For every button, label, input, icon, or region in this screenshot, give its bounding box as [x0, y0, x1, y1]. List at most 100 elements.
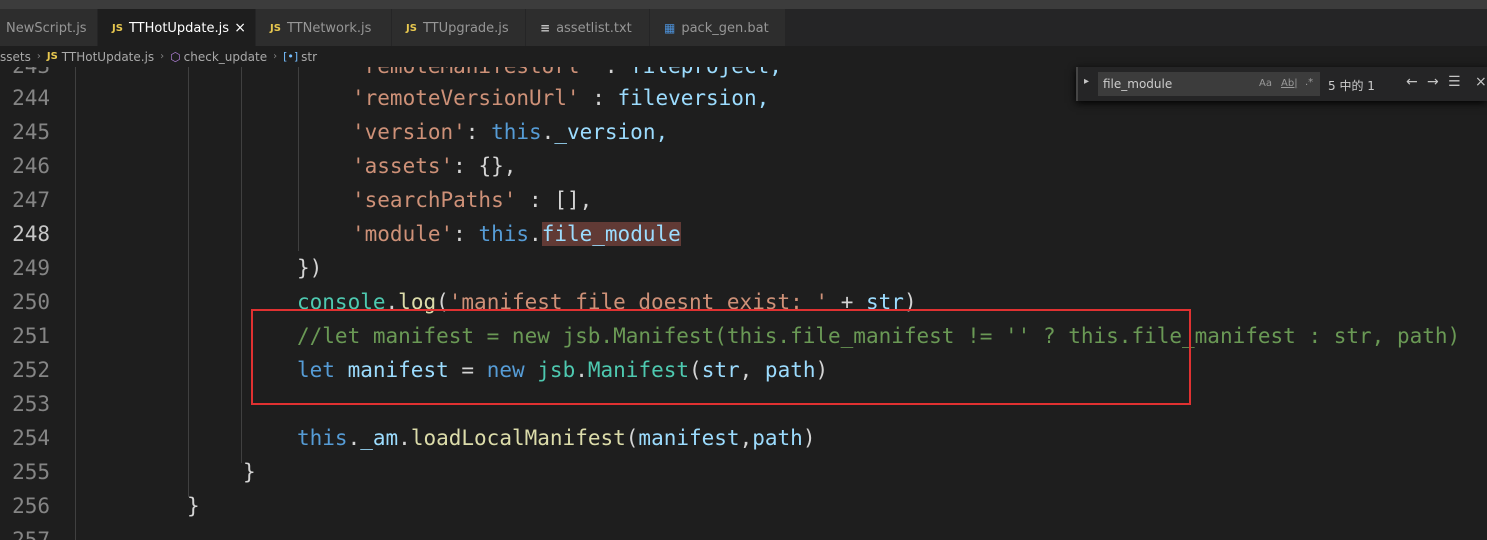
punct-token: , — [739, 426, 753, 450]
chevron-right-icon: › — [273, 51, 278, 62]
punct-token: } — [243, 460, 256, 484]
close-icon[interactable]: × — [234, 20, 246, 36]
line-number: 255 — [12, 460, 50, 484]
line-number: 256 — [12, 494, 50, 518]
variable-icon: [•] — [283, 50, 299, 63]
tab-label: pack_gen.bat — [681, 20, 769, 36]
punct-token: . — [398, 426, 411, 450]
string-token: 'assets' — [352, 154, 454, 178]
search-match-highlight: file_module — [541, 222, 681, 246]
line-number: 253 — [12, 392, 50, 416]
js-file-icon: JS — [46, 51, 58, 62]
punct-token: . — [529, 222, 542, 246]
editor-tab-bar: NewScript.js JS TTHotUpdate.js × JS TTNe… — [0, 0, 1487, 47]
js-file-icon: JS — [406, 22, 417, 34]
punct-token: ) — [802, 426, 816, 450]
punct-token: . — [347, 426, 361, 450]
chevron-right-icon: › — [160, 51, 165, 62]
indent-guide — [241, 67, 242, 463]
punct-token: . — [541, 120, 555, 144]
find-widget: ▸ Aa Ab| .* 5 中的 1 ← → ☰ × — [1076, 67, 1487, 101]
breadcrumb: ssets › JS TTHotUpdate.js › ⬡ check_upda… — [0, 46, 1487, 67]
punct-token: : {}, — [453, 154, 517, 178]
code-line: 'version': this._version, — [352, 115, 668, 149]
method-cube-icon: ⬡ — [170, 49, 181, 64]
match-case-icon[interactable]: Aa — [1259, 78, 1272, 89]
punct-token: } — [187, 494, 200, 518]
string-token: 'remoteManifestUrl' — [352, 67, 592, 78]
punct-token: : — [579, 86, 618, 110]
line-number: 257 — [12, 528, 50, 540]
tab-ttnetwork[interactable]: JS TTNetwork.js — [256, 9, 392, 47]
punct-token: }) — [297, 256, 323, 280]
string-token: 'searchPaths' — [352, 188, 517, 212]
chevron-right-icon: › — [36, 51, 41, 62]
indent-guide — [298, 67, 299, 251]
punct-token: : — [453, 222, 479, 246]
code-line: this._am.loadLocalManifest(manifest,path… — [297, 421, 815, 455]
function-token: loadLocalManifest — [410, 426, 626, 450]
line-number: 244 — [12, 86, 50, 110]
tab-tthotupdate[interactable]: JS TTHotUpdate.js × — [98, 9, 256, 47]
whole-word-icon[interactable]: Ab| — [1281, 78, 1298, 89]
indent-guide — [188, 67, 189, 497]
code-line: 'remoteVersionUrl' : fileversion, — [352, 81, 769, 115]
line-number: 247 — [12, 188, 50, 212]
code-line: } — [243, 455, 256, 489]
line-number: 252 — [12, 358, 50, 382]
identifier-token: manifest — [638, 426, 740, 450]
keyword-token: this — [297, 426, 348, 450]
close-icon[interactable]: × — [1475, 74, 1487, 90]
string-token: 'module' — [352, 222, 454, 246]
code-line: } — [187, 489, 200, 523]
tab-label: assetlist.txt — [556, 20, 632, 36]
find-input[interactable] — [1101, 75, 1255, 93]
previous-match-icon[interactable]: ← — [1406, 74, 1418, 90]
tab-label: NewScript.js — [6, 20, 87, 36]
next-match-icon[interactable]: → — [1427, 74, 1439, 90]
breadcrumb-file[interactable]: TTHotUpdate.js — [62, 50, 154, 64]
breadcrumb-folder[interactable]: ssets — [0, 50, 31, 64]
line-number: 250 — [12, 290, 50, 314]
identifier-token: fileversion, — [617, 86, 770, 110]
tab-ttupgrade[interactable]: JS TTUpgrade.js — [392, 9, 526, 47]
code-line-current: 'module': this.file_module — [352, 217, 681, 251]
regex-icon[interactable]: .* — [1305, 77, 1313, 88]
keyword-token: this — [478, 222, 530, 246]
identifier-token: path — [752, 426, 803, 450]
line-number: 251 — [12, 324, 50, 348]
text-file-icon: ≡ — [540, 21, 551, 35]
line-number: 249 — [12, 256, 50, 280]
js-file-icon: JS — [270, 22, 281, 34]
keyword-token: this — [491, 120, 542, 144]
windows-bat-icon: ▦ — [664, 21, 676, 35]
code-line: 'searchPaths' : [], — [352, 183, 592, 217]
code-editor[interactable]: 243 244 245 246 247 248 249 250 251 252 … — [0, 67, 1487, 540]
punct-token: : — [592, 67, 630, 78]
match-count: 5 中的 1 — [1328, 79, 1375, 93]
code-line: 'assets': {}, — [352, 149, 516, 183]
line-number-current: 248 — [12, 222, 50, 246]
title-bar-strip — [0, 1, 1487, 9]
tab-label: TTUpgrade.js — [422, 20, 509, 36]
identifier-token: _version, — [554, 120, 669, 144]
tab-newscript[interactable]: NewScript.js — [0, 9, 98, 47]
tab-pack-gen[interactable]: ▦ pack_gen.bat — [650, 9, 786, 47]
line-number: 245 — [12, 120, 50, 144]
indent-guide — [75, 67, 76, 540]
find-input-box: Aa Ab| .* — [1098, 72, 1320, 96]
breadcrumb-method[interactable]: check_update — [184, 50, 267, 64]
breadcrumb-variable[interactable]: str — [301, 50, 317, 64]
toggle-replace-icon[interactable]: ▸ — [1084, 76, 1089, 87]
find-in-selection-icon[interactable]: ☰ — [1448, 74, 1461, 90]
string-token: 'remoteVersionUrl' — [352, 86, 580, 110]
annotation-highlight-box — [251, 309, 1191, 405]
code-line: }) — [297, 251, 322, 285]
line-number: 254 — [12, 426, 50, 450]
tab-label: TTNetwork.js — [286, 20, 372, 36]
tab-assetlist[interactable]: ≡ assetlist.txt — [526, 9, 650, 47]
js-file-icon: JS — [112, 22, 123, 34]
line-number: 246 — [12, 154, 50, 178]
identifier-token: fileproject, — [630, 67, 782, 78]
tab-label: TTHotUpdate.js — [128, 20, 230, 36]
